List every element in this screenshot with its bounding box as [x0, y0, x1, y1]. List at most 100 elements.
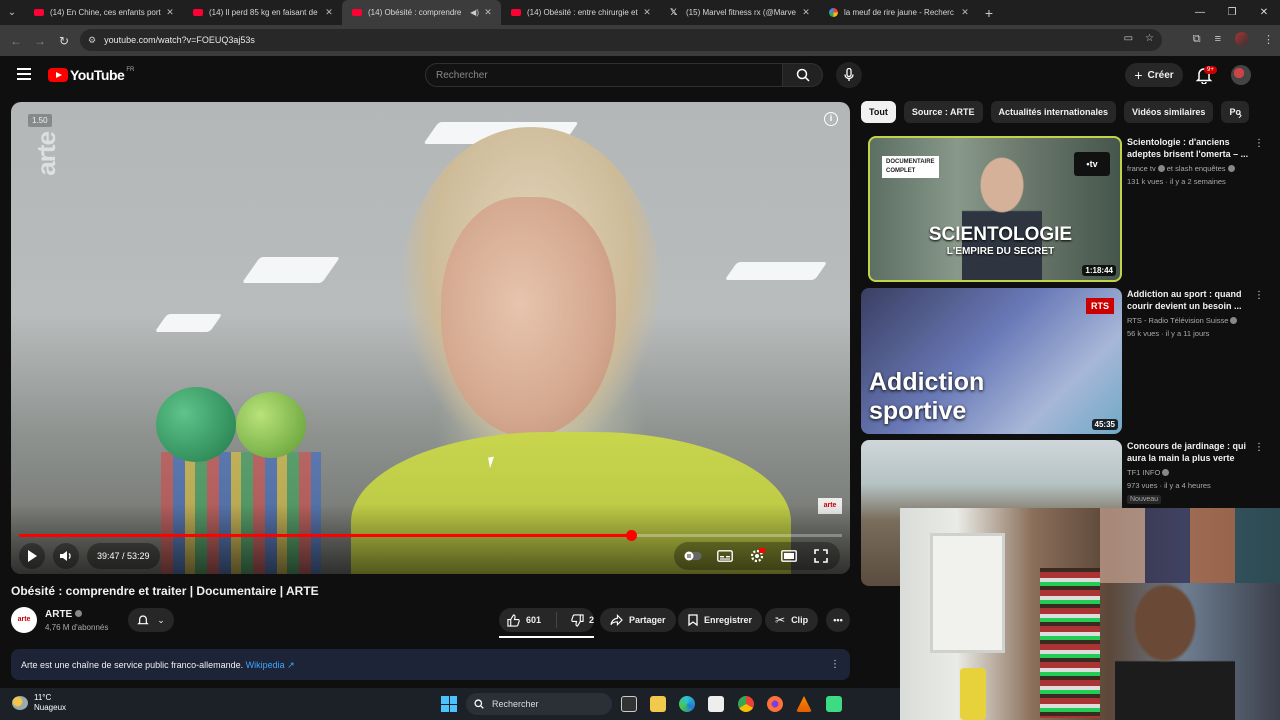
android-icon[interactable] — [826, 696, 842, 712]
search-button[interactable] — [783, 63, 823, 87]
account-avatar[interactable] — [1231, 65, 1251, 85]
video-thumbnail[interactable]: RTS Addiction sportive 45:35 — [861, 288, 1122, 434]
browser-tab[interactable]: (14) Il perd 85 kg en faisant de ✕ — [183, 0, 342, 25]
omnibox-actions: ▭ ☆ — [1124, 33, 1154, 44]
video-duration: 1:18:44 — [1082, 265, 1116, 276]
store-icon[interactable] — [708, 696, 724, 712]
tab-close-icon[interactable]: ✕ — [801, 7, 811, 18]
restore-icon[interactable]: ❐ — [1216, 0, 1248, 25]
reload-icon[interactable]: ↻ — [52, 34, 76, 48]
search-icon — [796, 68, 810, 82]
recommendation-title[interactable]: Addiction au sport : quand courir devien… — [1127, 288, 1249, 312]
info-icon[interactable]: i — [824, 112, 838, 126]
create-button[interactable]: + Créer — [1125, 63, 1183, 87]
hamburger-menu-icon[interactable] — [17, 68, 31, 80]
channel-avatar[interactable]: arte — [11, 607, 37, 633]
recommendation-item[interactable]: RTS Addiction sportive 45:35 Addiction au… — [861, 288, 1266, 434]
youtube-logo[interactable]: YouTube FR — [48, 67, 134, 83]
logo-wordmark: YouTube — [70, 67, 125, 83]
settings-gear-icon[interactable] — [746, 548, 768, 564]
more-actions-button[interactable]: ••• — [826, 608, 850, 632]
microphone-icon — [844, 68, 854, 81]
bookmark-star-icon[interactable]: ☆ — [1145, 33, 1154, 44]
edge-icon[interactable] — [679, 696, 695, 712]
subscription-bell-button[interactable]: ⌄ — [128, 608, 174, 632]
save-button[interactable]: Enregistrer — [678, 608, 763, 632]
channel-name-row[interactable]: ARTE — [45, 609, 83, 620]
weather-widget[interactable]: 11°C Nuageux — [12, 693, 66, 713]
browser-tab-active[interactable]: (14) Obésité : comprendre ◀) ✕ — [342, 0, 501, 25]
channel-name[interactable]: ARTE — [45, 609, 72, 620]
cast-icon[interactable]: ▭ — [1124, 33, 1133, 44]
video-player[interactable]: arte 1.50 i arte 39:47 / 53:29 — [11, 102, 850, 574]
tab-close-icon[interactable]: ✕ — [165, 7, 175, 18]
subtitles-icon[interactable] — [714, 550, 736, 562]
profile-avatar[interactable] — [1235, 32, 1249, 46]
kebab-menu-icon[interactable]: ⋮ — [1254, 442, 1264, 453]
google-icon — [829, 8, 838, 17]
kebab-menu-icon[interactable]: ⋮ — [1263, 33, 1274, 46]
firefox-icon[interactable] — [767, 696, 783, 712]
recommendation-title[interactable]: Concours de jardinage : qui aura la main… — [1127, 440, 1249, 465]
tab-close-icon[interactable]: ✕ — [642, 7, 652, 18]
chevron-right-icon[interactable]: › — [1238, 108, 1242, 122]
like-button[interactable]: 601 — [499, 612, 557, 628]
volume-button[interactable] — [53, 543, 79, 569]
chip-similar-videos[interactable]: Vidéos similaires — [1124, 101, 1214, 123]
taskbar-search[interactable]: Rechercher — [466, 693, 612, 715]
close-window-icon[interactable]: ✕ — [1248, 0, 1280, 25]
back-icon[interactable]: ← — [4, 34, 28, 48]
subscriber-count: 4,76 M d'abonnés — [45, 623, 109, 632]
browser-tab[interactable]: (14) Obésité : entre chirurgie et ✕ — [501, 0, 660, 25]
video-thumbnail[interactable]: DOCUMENTAIRE COMPLET •tv SCIENTOLOGIE L'E… — [868, 136, 1122, 282]
recommendation-channel[interactable]: TF1 INFO — [1127, 468, 1171, 477]
video-duration: 45:35 — [1091, 419, 1118, 430]
browser-tab[interactable]: (14) En Chine, ces enfants porte ✕ — [24, 0, 183, 25]
recommendation-channel[interactable]: RTS - Radio Télévision Suisse — [1127, 316, 1239, 325]
tab-search-icon[interactable]: ⌄ — [0, 0, 24, 25]
autoplay-toggle-icon[interactable] — [682, 551, 704, 561]
recommendation-title[interactable]: Scientologie : d'anciens adeptes brisent… — [1127, 136, 1249, 160]
speaker-icon[interactable]: ◀) — [470, 8, 479, 17]
chip-international-news[interactable]: Actualités internationales — [990, 101, 1117, 123]
voice-search-button[interactable] — [836, 62, 862, 88]
tab-close-icon[interactable]: ✕ — [960, 7, 970, 18]
share-button[interactable]: Partager — [600, 608, 676, 632]
browser-toolbar: ← → ↻ ⚙ youtube.com/watch?v=FOEUQ3aj53s … — [0, 25, 1280, 56]
chip-partial[interactable]: Po — [1221, 101, 1249, 123]
extensions-icon[interactable]: ⧉ — [1193, 33, 1201, 46]
wikipedia-link[interactable]: Wikipedia ↗ — [246, 660, 295, 670]
description-menu-icon[interactable]: ⋮ — [830, 659, 840, 670]
verified-icon — [1162, 469, 1170, 476]
dislike-button[interactable]: 2 — [563, 613, 594, 627]
tab-close-icon[interactable]: ✕ — [324, 7, 334, 18]
tab-close-icon[interactable]: ✕ — [483, 7, 493, 18]
forward-icon[interactable]: → — [28, 34, 52, 48]
miniplayer-icon[interactable] — [778, 550, 800, 562]
minimize-icon[interactable]: — — [1184, 0, 1216, 25]
chip-source-arte[interactable]: Source : ARTE — [903, 101, 983, 123]
fullscreen-icon[interactable] — [810, 549, 832, 563]
media-icon[interactable]: ≡ — [1215, 33, 1221, 45]
clip-button[interactable]: ✂ Clip — [765, 608, 819, 632]
recommendation-channel[interactable]: france tv et slash enquêtes — [1127, 164, 1237, 173]
address-bar[interactable]: ⚙ youtube.com/watch?v=FOEUQ3aj53s ▭ ☆ — [80, 29, 1162, 51]
chip-all[interactable]: Tout — [861, 101, 896, 123]
progress-bar[interactable] — [19, 530, 842, 541]
description-box[interactable]: Arte est une chaîne de service public fr… — [11, 649, 850, 680]
site-info-icon[interactable]: ⚙ — [88, 35, 96, 46]
new-tab-icon[interactable]: + — [978, 5, 1000, 21]
browser-tab[interactable]: la meuf de rire jaune - Recherc ✕ — [819, 0, 978, 25]
search-input[interactable]: Rechercher — [425, 63, 783, 87]
play-button[interactable] — [19, 543, 45, 569]
recommendation-item[interactable]: DOCUMENTAIRE COMPLET •tv SCIENTOLOGIE L'E… — [861, 136, 1266, 282]
kebab-menu-icon[interactable]: ⋮ — [1254, 290, 1264, 301]
vlc-icon[interactable] — [796, 696, 812, 712]
windows-start-icon[interactable] — [441, 696, 457, 712]
file-explorer-icon[interactable] — [650, 696, 666, 712]
clip-label: Clip — [791, 615, 809, 625]
task-view-icon[interactable] — [621, 696, 637, 712]
chrome-icon[interactable] — [738, 696, 754, 712]
browser-tab[interactable]: 𝕏 (15) Marvel fitness rx (@Marve ✕ — [660, 0, 819, 25]
kebab-menu-icon[interactable]: ⋮ — [1254, 138, 1264, 149]
